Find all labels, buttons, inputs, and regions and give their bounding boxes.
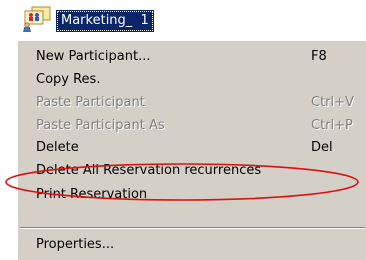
tree-node-label[interactable]: Marketing_ 1	[56, 10, 154, 32]
menu-separator	[20, 227, 365, 229]
menu-item-properties[interactable]: Properties...	[18, 234, 366, 256]
context-menu: New Participant... F8 Copy Res. Paste Pa…	[17, 40, 366, 260]
menu-item-shortcut: Ctrl+V	[311, 95, 354, 110]
menu-item-label: New Participant...	[36, 49, 151, 64]
menu-item-delete-all-reservation-recurrences[interactable]: Delete All Reservation recurrences	[18, 160, 366, 182]
menu-item-shortcut: F8	[311, 49, 327, 64]
menu-item-paste-participant[interactable]: Paste Participant Ctrl+V	[18, 92, 366, 114]
menu-item-shortcut: Del	[311, 140, 333, 155]
menu-item-label: Delete All Reservation recurrences	[36, 163, 262, 178]
menu-item-label: Paste Participant	[36, 95, 145, 110]
menu-item-new-participant[interactable]: New Participant... F8	[18, 46, 366, 68]
menu-item-shortcut: Ctrl+P	[311, 118, 353, 133]
menu-item-label: Print Reservation	[36, 187, 148, 202]
menu-item-copy-res[interactable]: Copy Res.	[18, 69, 366, 91]
participant-group-icon	[23, 6, 51, 32]
menu-item-label: Properties...	[36, 237, 115, 252]
menu-item-label: Paste Participant As	[36, 118, 165, 133]
menu-item-paste-participant-as[interactable]: Paste Participant As Ctrl+P	[18, 115, 366, 137]
menu-item-label: Copy Res.	[36, 72, 101, 87]
menu-item-print-reservation[interactable]: Print Reservation	[18, 184, 366, 206]
menu-item-delete[interactable]: Delete Del	[18, 137, 366, 159]
menu-item-label: Delete	[36, 140, 79, 155]
